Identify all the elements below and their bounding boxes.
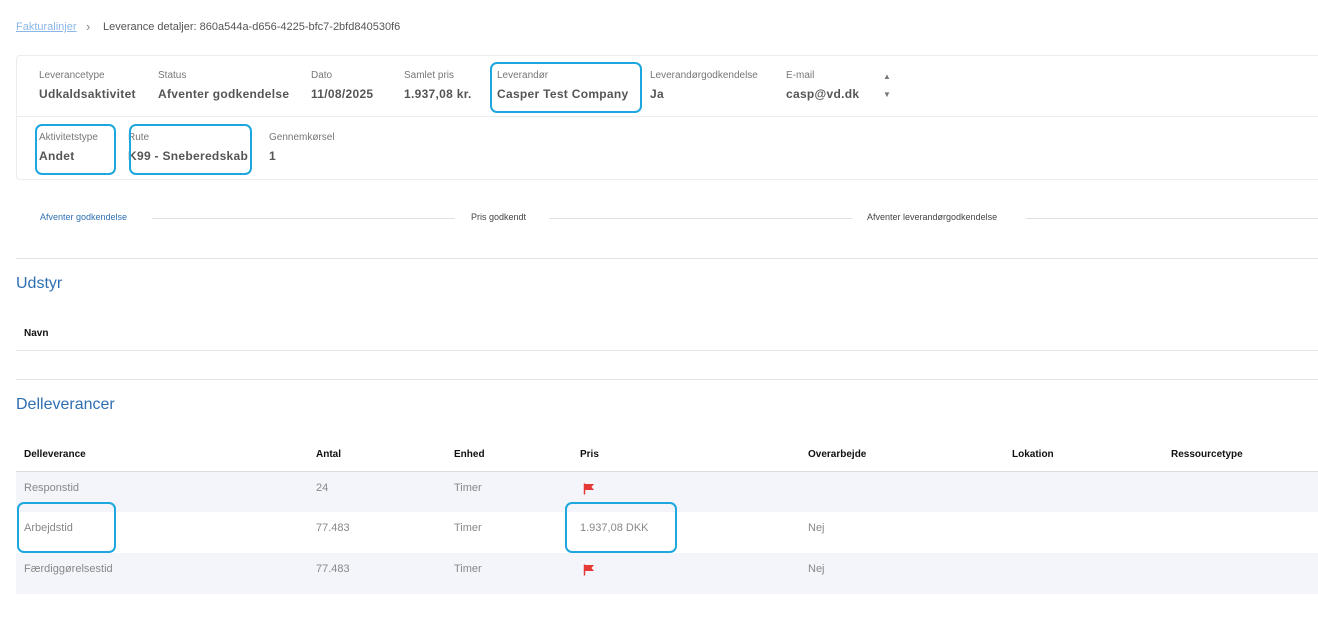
column-enhed: Enhed	[454, 449, 485, 460]
cell-delleverance: Responstid	[24, 482, 80, 494]
section-divider	[16, 379, 1318, 380]
section-divider	[16, 258, 1318, 259]
column-lokation: Lokation	[1012, 449, 1054, 460]
subdeliveries-title: Delleverancer	[16, 396, 115, 413]
cell-overarbejde: Nej	[808, 522, 825, 534]
equipment-table-divider	[16, 350, 1318, 351]
field-value: Afventer godkendelse	[158, 87, 290, 101]
field-value: 1	[269, 149, 276, 163]
field-label: Aktivitetstype	[39, 132, 98, 143]
step-pris-godkendt: Pris godkendt	[471, 212, 527, 222]
cell-enhed: Timer	[454, 522, 482, 534]
flag-icon	[583, 483, 594, 495]
field-dato: Dato 11/08/2025	[311, 70, 373, 101]
field-label: Samlet pris	[404, 70, 455, 81]
scroll-down-icon[interactable]: ▼	[883, 90, 891, 99]
field-leverandorgodkendelse: Leverandørgodkendelse Ja	[650, 70, 758, 101]
field-value: 11/08/2025	[311, 87, 374, 101]
highlight-pris	[565, 502, 677, 553]
field-leverandor: Leverandør Casper Test Company	[497, 70, 629, 101]
field-leverancetype: Leverancetype Udkaldsaktivitet	[39, 70, 136, 101]
scroll-up-icon[interactable]: ▲	[883, 72, 891, 81]
column-pris: Pris	[580, 449, 599, 460]
step-afventer-leverandorgodkendelse: Afventer leverandørgodkendelse	[867, 212, 998, 222]
breadcrumb-separator: ›	[86, 19, 91, 34]
breadcrumb-current: Leverance detaljer: 860a544a-d656-4225-b…	[103, 21, 401, 33]
cell-delleverance: Færdiggørelsestid	[24, 563, 113, 575]
field-value: casp@vd.dk	[786, 87, 860, 101]
flag-icon	[583, 564, 594, 576]
table-row[interactable]	[16, 553, 1318, 594]
cell-enhed: Timer	[454, 563, 482, 575]
field-label: Leverandørgodkendelse	[650, 70, 758, 81]
step-connector	[549, 218, 852, 219]
breadcrumb-link-fakturalinjer[interactable]: Fakturalinjer	[16, 21, 77, 33]
step-afventer-godkendelse: Afventer godkendelse	[40, 212, 128, 222]
field-aktivitetstype: Aktivitetstype Andet	[39, 132, 98, 163]
details-card-divider	[16, 116, 1318, 117]
field-label: Leverandør	[497, 70, 549, 81]
column-ressourcetype: Ressourcetype	[1171, 449, 1243, 460]
field-label: Gennemkørsel	[269, 132, 335, 143]
equipment-title: Udstyr	[16, 275, 63, 292]
cell-overarbejde: Nej	[808, 563, 825, 575]
field-samlet-pris: Samlet pris 1.937,08 kr.	[404, 70, 472, 101]
field-value: Casper Test Company	[497, 87, 629, 101]
field-label: Status	[158, 70, 187, 81]
equipment-column-navn: Navn	[24, 328, 49, 339]
highlight-rute	[129, 124, 252, 175]
field-status: Status Afventer godkendelse	[158, 70, 289, 101]
step-connector	[1026, 218, 1318, 219]
field-label: Leverancetype	[39, 70, 105, 81]
field-value: 1.937,08 kr.	[404, 87, 472, 101]
field-label: Dato	[311, 70, 333, 81]
column-delleverance: Delleverance	[24, 449, 86, 460]
field-value: Andet	[39, 149, 75, 163]
field-email: E-mail casp@vd.dk	[786, 70, 859, 101]
field-value: Ja	[650, 87, 664, 101]
step-connector	[152, 218, 455, 219]
field-label: E-mail	[786, 70, 815, 81]
column-overarbejde: Overarbejde	[808, 449, 867, 460]
cell-antal: 77.483	[316, 563, 350, 575]
cell-antal: 77.483	[316, 522, 350, 534]
field-value: Udkaldsaktivitet	[39, 87, 136, 101]
column-antal: Antal	[316, 449, 341, 460]
field-gennemkorsel: Gennemkørsel 1	[269, 132, 335, 163]
cell-enhed: Timer	[454, 482, 482, 494]
highlight-arbejdstid	[17, 502, 116, 553]
cell-antal: 24	[316, 482, 329, 494]
